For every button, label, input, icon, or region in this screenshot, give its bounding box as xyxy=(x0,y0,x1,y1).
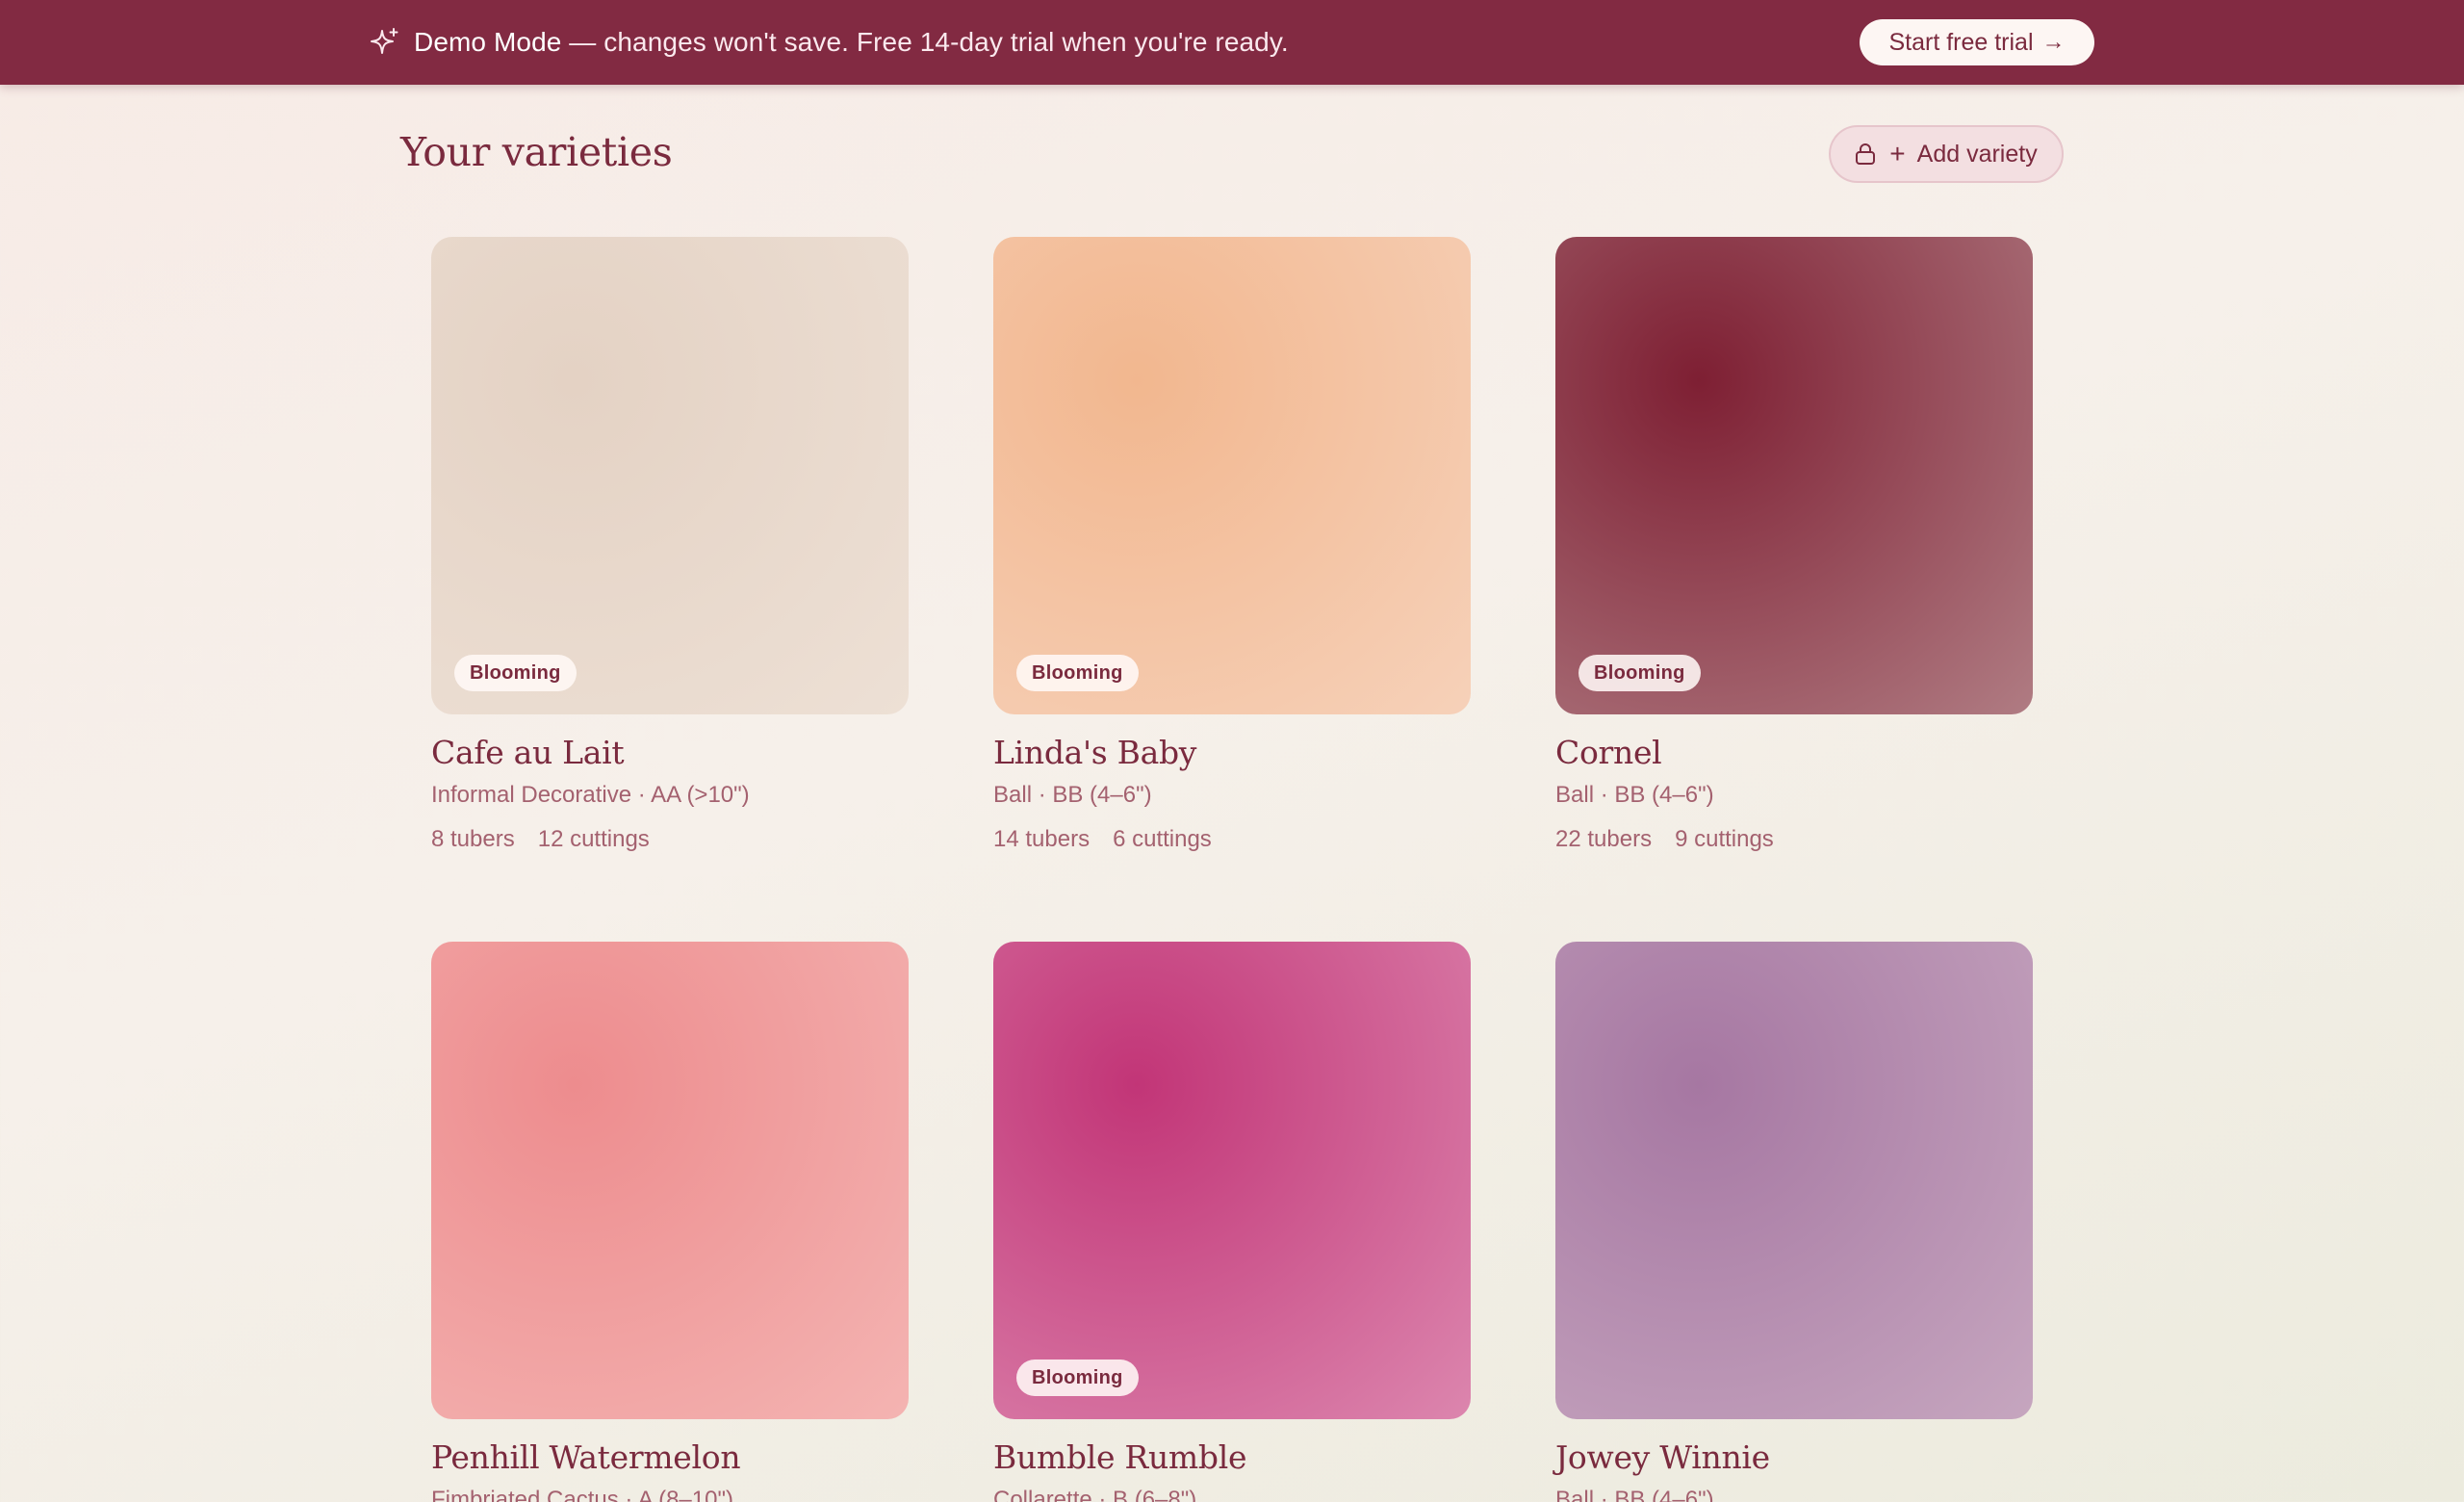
page-title: Your varieties xyxy=(400,129,673,175)
tuber-count: 14 tubers xyxy=(993,826,1091,852)
cutting-count: 6 cuttings xyxy=(1113,826,1212,852)
variety-name: Bumble Rumble xyxy=(993,1438,1247,1476)
variety-card[interactable]: Blooming Cornel Ball · BB (4–6") 22 tube… xyxy=(1555,237,2033,872)
variety-stats: 22 tubers 9 cuttings xyxy=(1555,826,1774,853)
start-free-trial-label: Start free trial xyxy=(1888,28,2034,56)
status-badge: Blooming xyxy=(1016,1360,1139,1396)
variety-name: Cafe au Lait xyxy=(431,734,625,771)
variety-color-swatch xyxy=(1555,237,2033,714)
tuber-count: 8 tubers xyxy=(431,826,515,852)
banner-text: Demo Mode — changes won't save. Free 14-… xyxy=(414,27,1289,58)
demo-mode-label: Demo Mode xyxy=(414,27,562,57)
lock-icon xyxy=(1856,143,1876,165)
cutting-count: 9 cuttings xyxy=(1675,826,1774,852)
variety-stats: 8 tubers 12 cuttings xyxy=(431,826,650,853)
variety-stats: 14 tubers 6 cuttings xyxy=(993,826,1212,853)
variety-name: Penhill Watermelon xyxy=(431,1438,741,1476)
sparkle-icon xyxy=(371,28,398,54)
variety-card[interactable]: Blooming Cafe au Lait Informal Decorativ… xyxy=(431,237,909,872)
add-variety-button[interactable]: + Add variety xyxy=(1829,125,2064,183)
variety-classification: Informal Decorative · AA (>10") xyxy=(431,782,750,808)
arrow-right-icon: → xyxy=(2041,29,2066,55)
variety-card[interactable]: Penhill Watermelon Fimbriated Cactus · A… xyxy=(431,942,909,1502)
variety-color-swatch xyxy=(1555,942,2033,1419)
variety-name: Jowey Winnie xyxy=(1555,1438,1770,1476)
variety-classification: Collarette · B (6–8") xyxy=(993,1487,1197,1502)
demo-mode-banner: Demo Mode — changes won't save. Free 14-… xyxy=(0,0,2464,85)
variety-name: Linda's Baby xyxy=(993,734,1197,771)
variety-classification: Fimbriated Cactus · A (8–10") xyxy=(431,1487,733,1502)
variety-classification: Ball · BB (4–6") xyxy=(993,782,1152,808)
tuber-count: 22 tubers xyxy=(1555,826,1653,852)
variety-color-swatch xyxy=(993,237,1471,714)
banner-message: Demo Mode — changes won't save. Free 14-… xyxy=(368,0,1289,85)
variety-card[interactable]: Jowey Winnie Ball · BB (4–6") xyxy=(1555,942,2033,1502)
variety-classification: Ball · BB (4–6") xyxy=(1555,1487,1714,1502)
plus-icon: + xyxy=(1889,139,1906,168)
variety-card[interactable]: Blooming Bumble Rumble Collarette · B (6… xyxy=(993,942,1471,1502)
status-badge: Blooming xyxy=(454,655,577,691)
variety-color-swatch xyxy=(993,942,1471,1419)
status-badge: Blooming xyxy=(1016,655,1139,691)
cutting-count: 12 cuttings xyxy=(537,826,650,852)
variety-card[interactable]: Blooming Linda's Baby Ball · BB (4–6") 1… xyxy=(993,237,1471,872)
banner-message-text: — changes won't save. Free 14-day trial … xyxy=(561,27,1289,57)
status-badge: Blooming xyxy=(1578,655,1701,691)
variety-color-swatch xyxy=(431,237,909,714)
variety-classification: Ball · BB (4–6") xyxy=(1555,782,1714,808)
variety-color-swatch xyxy=(431,942,909,1419)
start-free-trial-button[interactable]: Start free trial → xyxy=(1860,19,2094,65)
variety-name: Cornel xyxy=(1555,734,1662,771)
add-variety-label: Add variety xyxy=(1916,140,2038,168)
